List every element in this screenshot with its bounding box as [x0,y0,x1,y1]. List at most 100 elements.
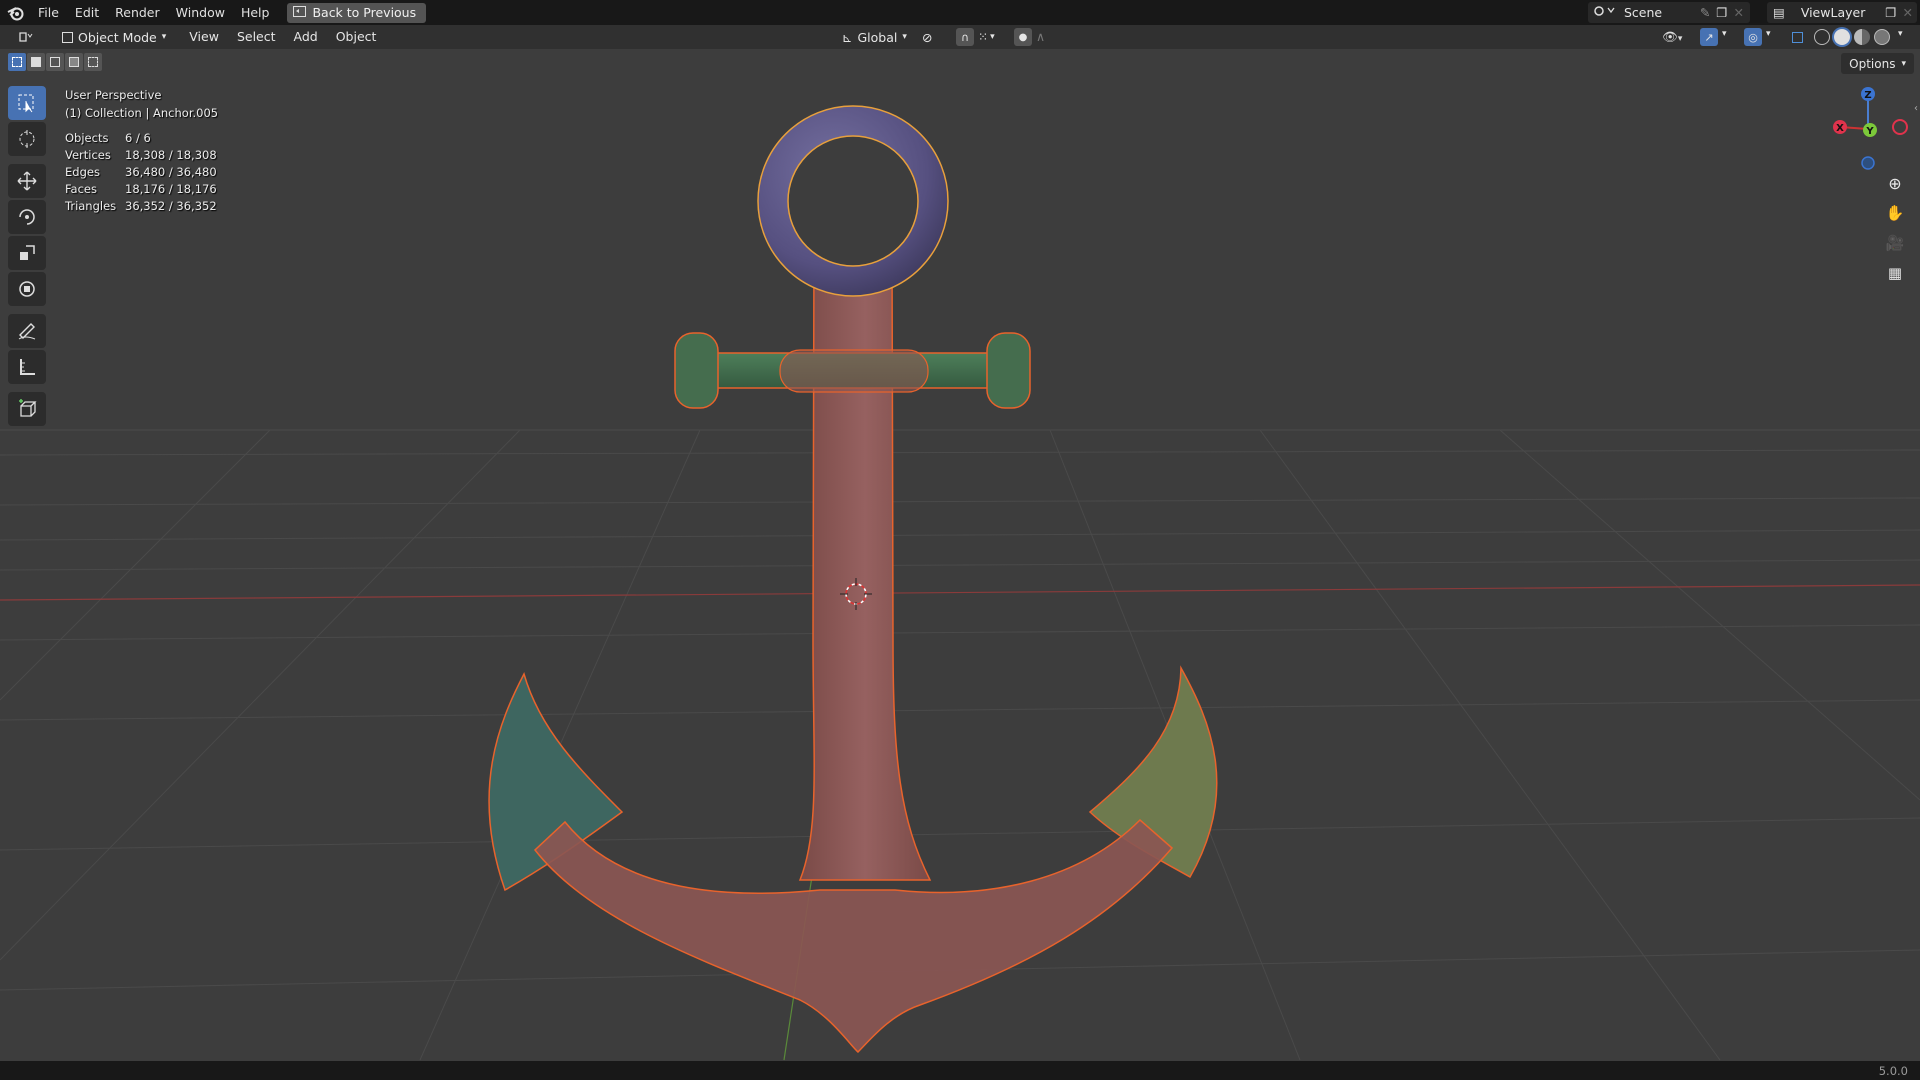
orientation-dropdown[interactable]: ⊾ Global ▾ [836,27,913,47]
pan-hand-icon[interactable]: ✋ [1880,198,1910,228]
camera-icon[interactable]: 🎥 [1880,228,1910,258]
snap-grid-icon: ⁙ [978,30,989,44]
menu-window[interactable]: Window [168,0,233,25]
select-new-button[interactable] [8,53,26,71]
scene-stats: Objects 6 / 6 Vertices 18,308 / 18,308 Edg… [65,130,218,215]
magnet-icon: ∩ [960,30,970,44]
menu-object[interactable]: Object [327,25,386,49]
back-to-previous-label: Back to Previous [312,5,417,20]
viewport-scene [0,105,1920,1061]
zoom-icon[interactable]: ⊕ [1880,168,1910,198]
stat-value: 36,480 / 36,480 [125,165,217,179]
scene-icon [1594,4,1616,21]
select-subtract-button[interactable] [46,53,64,71]
scene-selector[interactable]: Scene ✎ ❐ ✕ [1588,2,1750,23]
stat-value: 6 / 6 [125,131,151,145]
menu-add[interactable]: Add [285,25,327,49]
navigation-controls: ⊕ ✋ 🎥 ▦ [1880,168,1910,288]
gizmo-negx-handle[interactable] [1892,119,1908,135]
options-label: Options [1849,56,1896,71]
stock-end-left [674,332,719,409]
stat-label: Triangles [65,199,117,213]
gizmo-z-label: Z [1864,90,1871,101]
tool-transform[interactable] [8,272,46,306]
scale-icon [20,245,35,260]
pivot-icon: ⊘ [922,29,933,45]
stat-label: Edges [65,165,100,179]
back-to-previous-button[interactable]: Back to Previous [287,2,427,23]
overlay-dropdown[interactable]: ▾ [1766,29,1771,39]
menu-help[interactable]: Help [233,0,278,25]
view-name: User Perspective [65,88,162,102]
editor-type-dropdown[interactable] [12,27,44,47]
tool-measure[interactable] [8,350,46,384]
select-new-icon [12,57,22,67]
select-invert-button[interactable] [65,53,83,71]
shading-dropdown[interactable]: ▾ [1898,29,1903,39]
menu-view[interactable]: View [180,25,228,49]
stat-label: Faces [65,182,97,196]
stat-value: 18,308 / 18,308 [125,148,217,162]
gizmo-negz-handle[interactable] [1861,156,1875,170]
new-viewlayer-icon[interactable]: ❐ [1885,5,1896,20]
shading-wireframe[interactable] [1814,29,1830,45]
visibility-dropdown[interactable]: 👁▾ [1662,29,1682,45]
stat-label: Vertices [65,148,111,162]
select-invert-icon [69,57,79,67]
xray-toggle[interactable] [1788,28,1806,46]
tool-select-box[interactable] [8,86,46,120]
tool-annotate[interactable] [8,314,46,348]
axes-icon: ⊾ [842,29,853,45]
tool-rotate[interactable] [8,200,46,234]
gizmo-toggle[interactable]: ↗ [1700,28,1718,46]
version-label: 5.0.0 [1878,1064,1908,1078]
stat-value: 36,352 / 36,352 [125,199,217,213]
mode-dropdown[interactable]: Object Mode ▾ [56,27,172,47]
tool-move[interactable] [8,164,46,198]
chevron-down-icon: ▾ [161,32,167,42]
shading-rendered[interactable] [1874,29,1890,45]
options-dropdown[interactable]: Options ▾ [1841,53,1914,74]
tool-scale[interactable] [8,236,46,270]
snap-toggle[interactable]: ∩ [956,28,974,46]
viewlayer-selector[interactable]: ▤ ViewLayer ❐ ✕ [1767,2,1917,23]
select-intersect-button[interactable] [84,53,102,71]
viewlayer-name[interactable]: ViewLayer [1801,5,1885,20]
delete-scene-icon[interactable]: ✕ [1734,5,1744,20]
shading-solid[interactable] [1834,29,1850,45]
select-box-icon [18,94,34,113]
viewlayer-icon: ▤ [1773,5,1785,20]
3d-viewport[interactable]: Options ▾ Z X Y ⊕ ✋ 🎥 ▦ ‹ User Perspecti… [0,49,1920,1061]
tool-cursor[interactable] [8,122,46,156]
proportional-toggle[interactable]: ● [1014,28,1032,46]
eye-icon: 👁 [1662,29,1678,44]
blender-logo-icon[interactable] [2,0,30,25]
pivot-dropdown[interactable]: ⊘ [922,29,946,45]
navigation-gizmo[interactable]: Z X Y [1828,84,1908,174]
perspective-grid-icon[interactable]: ▦ [1880,258,1910,288]
falloff-icon: ∧ [1036,29,1046,44]
delete-viewlayer-icon[interactable]: ✕ [1903,5,1913,20]
menu-select[interactable]: Select [228,25,285,49]
pin-icon[interactable]: ✎ [1700,5,1710,20]
overlay-toggle[interactable]: ◎ [1744,28,1762,46]
sidebar-toggle-icon[interactable]: ‹ [1914,103,1918,114]
falloff-dropdown[interactable]: ∧ [1036,29,1062,45]
gizmo-icon: ↗ [1704,30,1714,44]
shading-material[interactable] [1854,29,1870,45]
gizmo-dropdown[interactable]: ▾ [1722,29,1727,39]
screen-icon [293,5,307,20]
gizmo-y-label: Y [1865,126,1874,137]
snap-dropdown[interactable]: ⁙ ▾ [978,29,1006,45]
stock-collar [779,349,929,393]
overlay-icon: ◎ [1748,30,1758,44]
menu-render[interactable]: Render [107,0,168,25]
select-mode-buttons [8,53,102,71]
new-scene-icon[interactable]: ❐ [1716,5,1727,20]
menu-edit[interactable]: Edit [67,0,107,25]
select-extend-button[interactable] [27,53,45,71]
chevron-down-icon: ▾ [1898,29,1903,39]
tool-add-cube[interactable] [8,392,46,426]
scene-name[interactable]: Scene [1624,5,1700,20]
menu-file[interactable]: File [30,0,67,25]
